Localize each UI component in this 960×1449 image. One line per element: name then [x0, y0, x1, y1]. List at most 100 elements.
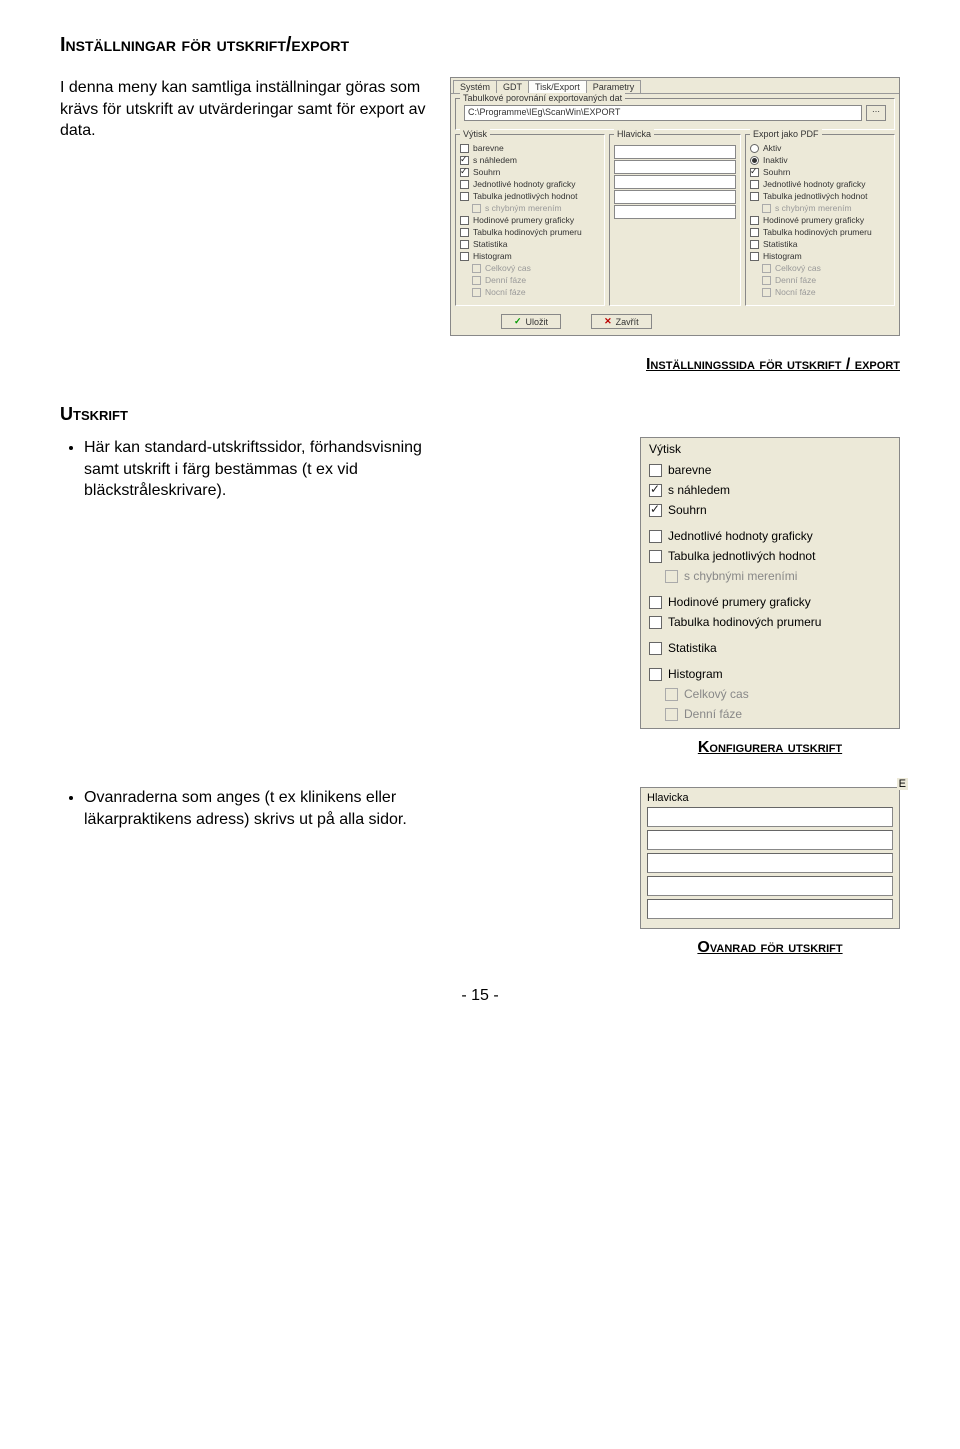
checkbox-row: Nocní fáze	[472, 287, 600, 298]
checkbox[interactable]	[750, 252, 759, 261]
check-icon: ✓	[514, 316, 522, 327]
checkbox-row[interactable]: s náhledem	[460, 155, 600, 166]
checkbox	[665, 708, 678, 721]
checkbox-row[interactable]: Tabulka jednotlivých hodnot	[641, 546, 899, 566]
checkbox-label: s chybným merením	[775, 203, 852, 214]
checkbox[interactable]	[460, 168, 469, 177]
bullet-utskrift: Här kan standard-utskriftssidor, förhand…	[84, 437, 440, 502]
checkbox[interactable]	[460, 216, 469, 225]
radio-inaktiv[interactable]	[750, 156, 759, 165]
checkbox-label: Jednotlivé hodnoty graficky	[763, 179, 866, 190]
checkbox[interactable]	[460, 240, 469, 249]
checkbox-label: s náhledem	[668, 483, 730, 497]
hlavicka2-input-3[interactable]	[647, 853, 893, 873]
radio-inaktiv-row[interactable]: Inaktiv	[750, 155, 890, 166]
hlavicka-input-3[interactable]	[614, 175, 736, 189]
checkbox-label: Statistika	[473, 239, 508, 250]
checkbox[interactable]	[649, 596, 662, 609]
checkbox-row[interactable]: Tabulka jednotlivých hodnot	[750, 191, 890, 202]
checkbox-row[interactable]: Statistika	[641, 638, 899, 658]
hlavicka-input-4[interactable]	[614, 190, 736, 204]
checkbox[interactable]	[460, 228, 469, 237]
save-button[interactable]: ✓Uložit	[501, 314, 561, 329]
export-path-input[interactable]: C:\Programme\IEg\ScanWin\EXPORT	[464, 105, 862, 121]
checkbox[interactable]	[649, 504, 662, 517]
checkbox-label: Denní fáze	[684, 707, 742, 721]
checkbox[interactable]	[750, 228, 759, 237]
checkbox-row[interactable]: Histogram	[641, 664, 899, 684]
checkbox-row[interactable]: Tabulka hodinových prumeru	[460, 227, 600, 238]
checkbox-row[interactable]: Jednotlivé hodnoty graficky	[460, 179, 600, 190]
checkbox[interactable]	[750, 180, 759, 189]
cancel-button[interactable]: ✕Zavřít	[591, 314, 652, 329]
checkbox-label: Histogram	[763, 251, 802, 262]
checkbox[interactable]	[649, 550, 662, 563]
tab-parametry[interactable]: Parametry	[586, 80, 642, 93]
panel-vytisk: Výtisk barevnes náhledemSouhrnJednotlivé…	[455, 134, 605, 306]
checkbox-row[interactable]: Histogram	[750, 251, 890, 262]
export-path-group: Tabulkové porovnání exportovaných dat C:…	[455, 98, 895, 130]
checkbox-row[interactable]: Jednotlivé hodnoty graficky	[750, 179, 890, 190]
checkbox	[472, 204, 481, 213]
bullet-ovanrad: Ovanraderna som anges (t ex klinikens el…	[84, 787, 440, 830]
checkbox[interactable]	[649, 642, 662, 655]
checkbox-row[interactable]: Statistika	[750, 239, 890, 250]
checkbox[interactable]	[460, 252, 469, 261]
checkbox-row[interactable]: Hodinové prumery graficky	[460, 215, 600, 226]
checkbox-row[interactable]: Souhrn	[750, 167, 890, 178]
checkbox-row[interactable]: barevne	[641, 460, 899, 480]
checkbox[interactable]	[649, 484, 662, 497]
checkbox[interactable]	[649, 464, 662, 477]
checkbox[interactable]	[750, 216, 759, 225]
checkbox-row[interactable]: Tabulka jednotlivých hodnot	[460, 191, 600, 202]
checkbox[interactable]	[750, 192, 759, 201]
checkbox-row[interactable]: Souhrn	[641, 500, 899, 520]
checkbox-row[interactable]: Histogram	[460, 251, 600, 262]
tab-tisk-export[interactable]: Tisk/Export	[528, 80, 587, 93]
checkbox-row: Celkový cas	[762, 263, 890, 274]
checkbox[interactable]	[460, 192, 469, 201]
tab-gdt[interactable]: GDT	[496, 80, 529, 93]
checkbox	[472, 276, 481, 285]
hlavicka2-input-1[interactable]	[647, 807, 893, 827]
hlavicka2-title: Hlavicka	[647, 792, 893, 804]
checkbox-row: Celkový cas	[472, 263, 600, 274]
checkbox-row[interactable]: barevne	[460, 143, 600, 154]
hlavicka2-input-5[interactable]	[647, 899, 893, 919]
checkbox[interactable]	[460, 180, 469, 189]
hlavicka-input-5[interactable]	[614, 205, 736, 219]
panel-hlavicka: Hlavicka	[609, 134, 741, 306]
checkbox-row[interactable]: Tabulka hodinových prumeru	[641, 612, 899, 632]
checkbox[interactable]	[750, 240, 759, 249]
checkbox-row[interactable]: Statistika	[460, 239, 600, 250]
radio-aktiv[interactable]	[750, 144, 759, 153]
checkbox	[472, 264, 481, 273]
checkbox[interactable]	[649, 668, 662, 681]
checkbox[interactable]	[750, 168, 759, 177]
checkbox-row[interactable]: s náhledem	[641, 480, 899, 500]
checkbox-row[interactable]: Hodinové prumery graficky	[641, 592, 899, 612]
hlavicka-input-1[interactable]	[614, 145, 736, 159]
checkbox[interactable]	[649, 616, 662, 629]
hlavicka2-input-2[interactable]	[647, 830, 893, 850]
checkbox-label: Jednotlivé hodnoty graficky	[668, 529, 813, 543]
checkbox-row[interactable]: Tabulka hodinových prumeru	[750, 227, 890, 238]
tab-system[interactable]: Systém	[453, 80, 497, 93]
checkbox[interactable]	[460, 156, 469, 165]
hlavicka2-input-4[interactable]	[647, 876, 893, 896]
checkbox-row[interactable]: Souhrn	[460, 167, 600, 178]
checkbox	[762, 204, 771, 213]
checkbox-label: Jednotlivé hodnoty graficky	[473, 179, 576, 190]
heading-main: Inställningar för utskrift/export	[60, 34, 900, 57]
checkbox-label: Nocní fáze	[775, 287, 816, 298]
checkbox[interactable]	[460, 144, 469, 153]
checkbox-label: Denní fáze	[485, 275, 526, 286]
corner-e: E	[897, 778, 908, 790]
radio-aktiv-row[interactable]: Aktiv	[750, 143, 890, 154]
checkbox-label: Celkový cas	[775, 263, 821, 274]
hlavicka-input-2[interactable]	[614, 160, 736, 174]
checkbox-row[interactable]: Jednotlivé hodnoty graficky	[641, 526, 899, 546]
browse-button[interactable]: ⋯	[866, 105, 886, 121]
checkbox[interactable]	[649, 530, 662, 543]
checkbox-row[interactable]: Hodinové prumery graficky	[750, 215, 890, 226]
